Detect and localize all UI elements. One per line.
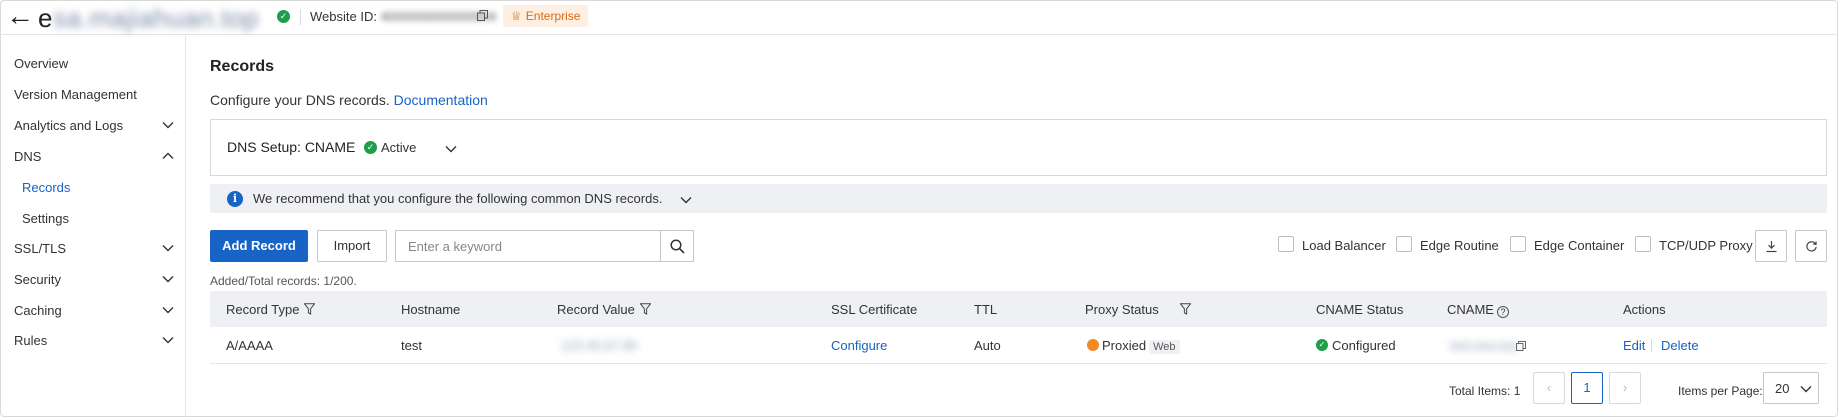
chevron-down-icon[interactable]	[162, 244, 174, 252]
sidebar-item-overview[interactable]: Overview	[14, 56, 68, 71]
copy-icon[interactable]	[477, 10, 488, 21]
refresh-icon	[1806, 241, 1817, 252]
tcp-udp-proxy-checkbox[interactable]	[1635, 236, 1651, 252]
chevron-down-icon[interactable]	[162, 121, 174, 129]
chevron-down-icon[interactable]	[680, 196, 692, 204]
documentation-link[interactable]: Documentation	[394, 92, 488, 108]
cell-cname: test.esa.top	[1450, 338, 1518, 353]
dns-setup-status: Active	[381, 140, 417, 155]
site-header: ← esa.majiahuan.top ✓ Website ID: 400000…	[0, 0, 1838, 35]
proxy-icon	[1087, 339, 1099, 351]
search-button[interactable]	[660, 230, 694, 262]
column-record-type: Record Type	[226, 302, 300, 317]
sidebar: Overview Version Management Analytics an…	[0, 36, 186, 417]
delete-link[interactable]: Delete	[1661, 338, 1699, 353]
cell-record-value: 123.45.67.89	[561, 338, 637, 353]
cell-record-type: A/AAAA	[226, 338, 273, 353]
enterprise-badge: ♕ Enterprise	[503, 5, 589, 27]
items-per-page-label: Items per Page:	[1678, 384, 1763, 398]
header-divider	[300, 9, 301, 25]
sidebar-item-rules[interactable]: Rules	[14, 333, 47, 348]
search-input[interactable]	[395, 230, 660, 262]
help-icon[interactable]: ?	[1496, 306, 1509, 318]
crown-icon: ♕	[511, 9, 522, 23]
recommendation-tip[interactable]: i We recommend that you configure the fo…	[210, 184, 1827, 213]
load-balancer-checkbox[interactable]	[1278, 236, 1294, 252]
chevron-up-icon[interactable]	[162, 152, 174, 160]
chevron-down-icon	[1800, 386, 1812, 393]
sidebar-item-analytics-and-logs[interactable]: Analytics and Logs	[14, 118, 123, 133]
edge-routine-label: Edge Routine	[1420, 238, 1499, 253]
download-icon	[1766, 241, 1777, 253]
chevron-down-icon[interactable]	[162, 275, 174, 283]
add-record-button[interactable]: Add Record	[210, 230, 308, 262]
sidebar-item-dns[interactable]: DNS	[14, 149, 41, 164]
search-icon	[670, 239, 685, 254]
load-balancer-label: Load Balancer	[1302, 238, 1386, 253]
chevron-down-icon[interactable]	[445, 145, 457, 153]
filter-icon[interactable]	[304, 303, 315, 315]
filter-icon[interactable]	[640, 303, 651, 315]
sidebar-item-settings[interactable]: Settings	[22, 211, 69, 226]
column-proxy-status: Proxy Status	[1085, 302, 1159, 317]
cell-cname-status: Configured	[1332, 338, 1396, 353]
column-ttl: TTL	[974, 302, 998, 317]
import-button[interactable]: Import	[317, 230, 387, 262]
edge-routine-checkbox[interactable]	[1396, 236, 1412, 252]
table-row: A/AAAA test 123.45.67.89 Configure Auto …	[210, 327, 1827, 364]
column-actions: Actions	[1623, 302, 1666, 317]
edge-container-label: Edge Container	[1534, 238, 1625, 253]
total-items: Total Items: 1	[1449, 384, 1521, 398]
column-cname: CNAME?	[1447, 302, 1509, 318]
back-arrow-icon[interactable]: ←	[6, 2, 34, 30]
configure-ssl-link[interactable]: Configure	[831, 338, 887, 353]
per-page-value: 20	[1775, 381, 1790, 396]
next-page-button[interactable]: ›	[1609, 372, 1641, 404]
column-hostname: Hostname	[401, 302, 461, 317]
dns-setup-label: DNS Setup: CNAME	[227, 139, 356, 155]
configured-check-icon: ✓	[1316, 339, 1328, 351]
cell-hostname: test	[401, 338, 422, 353]
edge-container-checkbox[interactable]	[1510, 236, 1526, 252]
page-title: Records	[210, 58, 275, 75]
record-count: Added/Total records: 1/200.	[210, 274, 357, 288]
chevron-down-icon[interactable]	[162, 336, 174, 344]
table-header: Record Type Hostname Record Value SSL Ce…	[210, 291, 1827, 327]
cell-ttl: Auto	[974, 338, 1001, 353]
page-description: Configure your DNS records. Documentatio…	[210, 92, 488, 108]
tcp-udp-proxy-label: TCP/UDP Proxy	[1659, 238, 1753, 253]
chevron-down-icon[interactable]	[162, 306, 174, 314]
page-1-button[interactable]: 1	[1571, 372, 1603, 404]
refresh-button[interactable]	[1795, 230, 1827, 262]
web-tag: Web	[1149, 340, 1180, 354]
site-active-check-icon: ✓	[277, 10, 290, 23]
sidebar-item-version-management[interactable]: Version Management	[14, 87, 137, 102]
copy-icon[interactable]	[1516, 341, 1526, 351]
prev-page-button[interactable]: ‹	[1533, 372, 1565, 404]
active-check-icon: ✓	[364, 141, 377, 154]
edit-link[interactable]: Edit	[1623, 338, 1645, 353]
site-name: esa.majiahuan.top	[38, 3, 259, 33]
column-cname-status: CNAME Status	[1316, 302, 1404, 317]
records-table: Record Type Hostname Record Value SSL Ce…	[210, 291, 1827, 364]
column-ssl-certificate: SSL Certificate	[831, 302, 918, 317]
filter-icon[interactable]	[1180, 303, 1191, 315]
tip-text: We recommend that you configure the foll…	[253, 191, 663, 206]
sidebar-item-security[interactable]: Security	[14, 272, 61, 287]
sidebar-item-ssl-tls[interactable]: SSL/TLS	[14, 241, 66, 256]
sidebar-item-caching[interactable]: Caching	[14, 303, 62, 318]
cell-proxy-status: Proxied Web	[1102, 338, 1180, 354]
info-icon: i	[227, 191, 243, 207]
items-per-page-select[interactable]: 20	[1763, 372, 1819, 404]
main-content: Records Configure your DNS records. Docu…	[187, 36, 1838, 417]
action-divider	[1651, 339, 1652, 352]
website-id: Website ID: 4000000000000004	[310, 9, 497, 24]
column-record-value: Record Value	[557, 302, 635, 317]
export-button[interactable]	[1755, 230, 1787, 262]
dns-setup-panel: DNS Setup: CNAME ✓ Active	[210, 119, 1827, 176]
sidebar-item-records[interactable]: Records	[22, 180, 70, 195]
